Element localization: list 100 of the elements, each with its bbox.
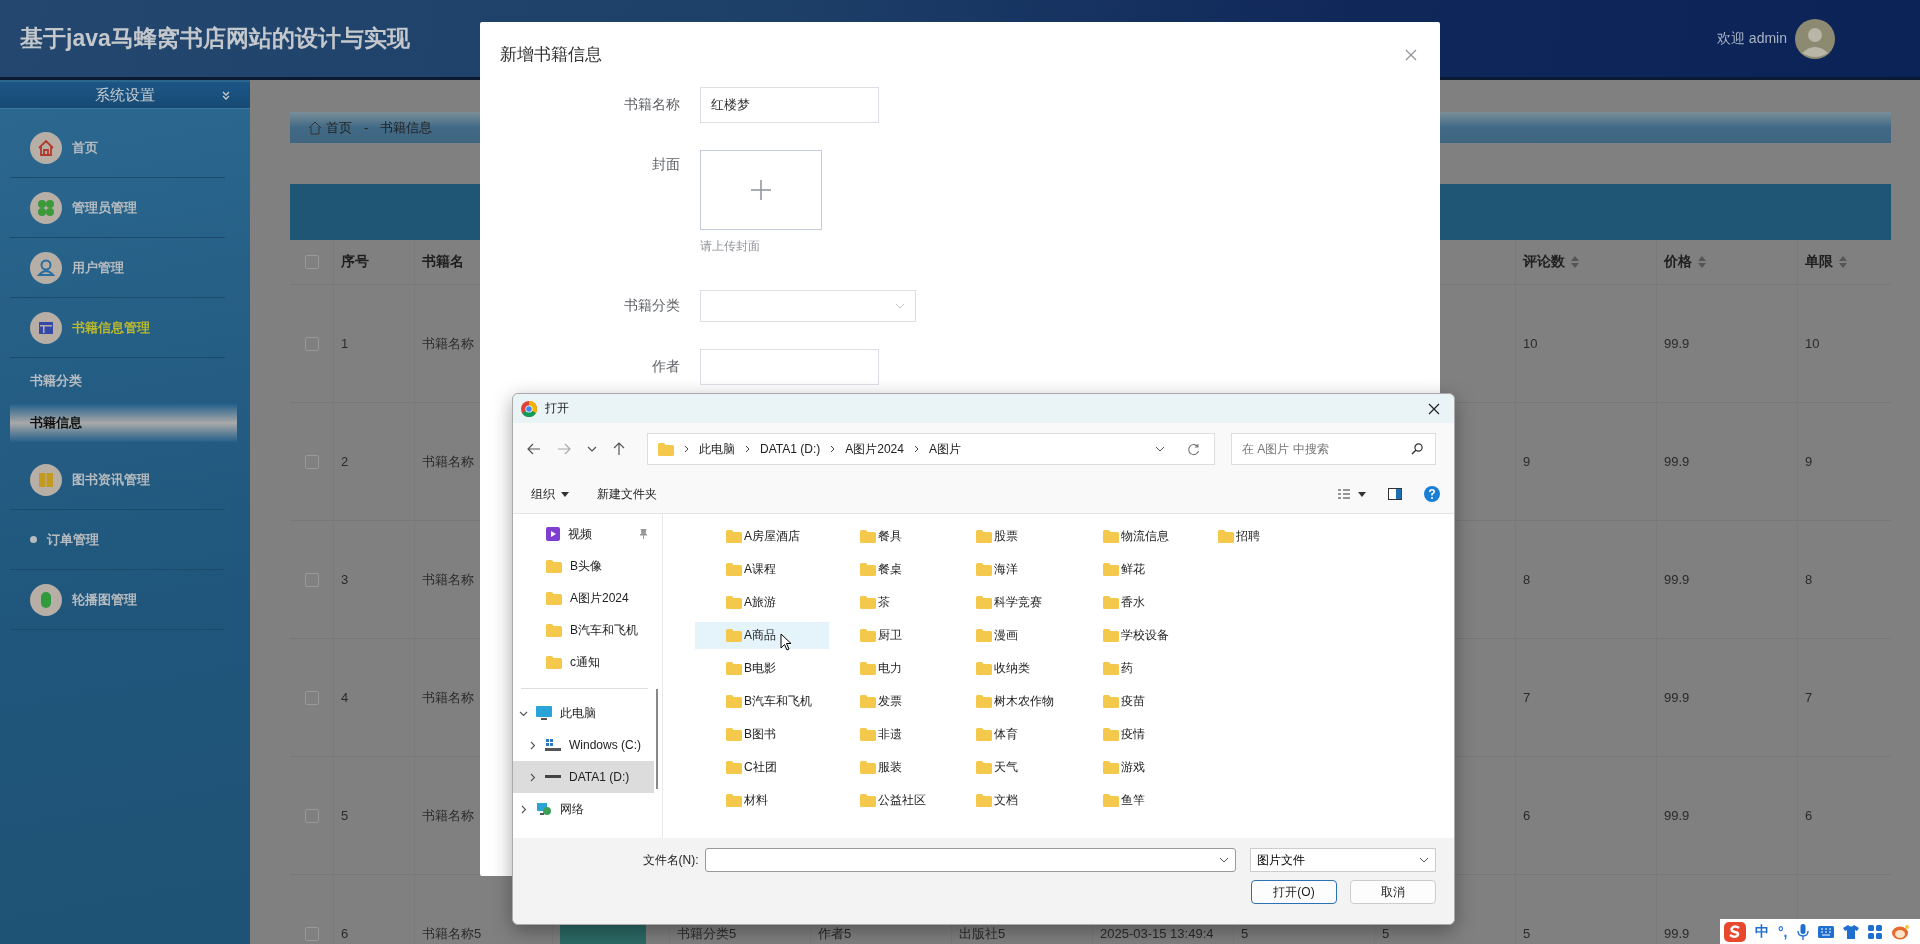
folder-item[interactable]: 茶 xyxy=(829,589,945,616)
organize-button[interactable]: 组织 xyxy=(525,483,575,505)
tree-item[interactable]: DATA1 (D:) xyxy=(513,761,654,793)
folder-item[interactable]: 公益社区 xyxy=(829,787,945,814)
folder-item[interactable]: 疫苗 xyxy=(1072,688,1187,715)
avatar-icon[interactable] xyxy=(1795,18,1835,59)
folder-item[interactable]: 服装 xyxy=(829,754,945,781)
folder-item[interactable]: 学校设备 xyxy=(1072,622,1187,649)
pin-icon[interactable] xyxy=(639,529,648,539)
row-checkbox[interactable] xyxy=(304,572,319,587)
folder-item[interactable]: 文档 xyxy=(945,787,1072,814)
search-field[interactable]: 在 A图片 中搜索 xyxy=(1231,433,1436,465)
keyboard-icon[interactable] xyxy=(1817,925,1834,938)
text-input[interactable]: 红楼梦 xyxy=(700,87,879,123)
up-arrow-icon[interactable] xyxy=(613,442,625,456)
folder-item[interactable]: 材料 xyxy=(695,787,829,814)
s-logo-icon[interactable] xyxy=(1724,921,1746,942)
row-checkbox[interactable] xyxy=(304,926,319,941)
path-segment[interactable]: A图片 xyxy=(928,440,961,458)
shirt-icon[interactable] xyxy=(1842,924,1859,939)
microphone-icon[interactable] xyxy=(1796,923,1809,940)
sidebar-header[interactable]: 系统设置 xyxy=(0,82,250,109)
file-type-dropdown[interactable]: 图片文件 xyxy=(1250,848,1436,872)
scrollbar[interactable] xyxy=(656,689,658,789)
folder-item[interactable]: 招聘 xyxy=(1187,523,1297,550)
sidebar-item[interactable]: 订单管理 xyxy=(10,510,225,570)
folder-item[interactable]: 非遗 xyxy=(829,721,945,748)
chevron-right-icon[interactable] xyxy=(528,740,537,750)
sidebar-item[interactable]: 图书资讯管理 xyxy=(10,450,225,510)
filename-field[interactable] xyxy=(704,848,1237,872)
folder-item[interactable]: 鲜花 xyxy=(1072,556,1187,583)
sidebar-subitem[interactable]: 书籍分类 xyxy=(10,358,237,404)
back-arrow-icon[interactable] xyxy=(527,443,541,455)
quick-access-item[interactable]: c通知 xyxy=(513,646,662,678)
chevron-right-icon[interactable] xyxy=(519,804,528,814)
forward-arrow-icon[interactable] xyxy=(557,443,571,455)
punctuation-indicator[interactable]: °, xyxy=(1778,923,1788,940)
close-icon[interactable] xyxy=(1428,402,1440,415)
double-chevron-icon[interactable] xyxy=(222,91,230,100)
folder-item[interactable]: 游戏 xyxy=(1072,754,1187,781)
caret-icon[interactable] xyxy=(1358,491,1366,497)
grid-icon[interactable] xyxy=(1867,924,1882,939)
new-folder-button[interactable]: 新建文件夹 xyxy=(591,483,663,505)
chevron-down-icon[interactable] xyxy=(1155,446,1165,452)
folder-item[interactable]: B图书 xyxy=(695,721,829,748)
folder-item[interactable]: 药 xyxy=(1072,655,1187,682)
cancel-button[interactable]: 取消 xyxy=(1350,880,1436,904)
folder-item[interactable]: 树木农作物 xyxy=(945,688,1072,715)
address-bar[interactable]: 此电脑 DATA1 (D:) A图片2024 A图片 xyxy=(647,433,1215,465)
view-list-icon[interactable] xyxy=(1338,489,1350,499)
folder-item[interactable]: 厨卫 xyxy=(829,622,945,649)
folder-item[interactable]: 餐具 xyxy=(829,523,945,550)
folder-item[interactable]: 股票 xyxy=(945,523,1072,550)
help-icon[interactable] xyxy=(1424,486,1440,502)
folder-item[interactable]: 科学竞赛 xyxy=(945,589,1072,616)
folder-item[interactable]: 疫情 xyxy=(1072,721,1187,748)
folder-item[interactable]: 海洋 xyxy=(945,556,1072,583)
open-button[interactable]: 打开(O) xyxy=(1251,880,1337,904)
path-segment[interactable]: DATA1 (D:) xyxy=(760,442,821,456)
select-all-checkbox[interactable] xyxy=(304,255,319,269)
quick-access-item[interactable]: 视频 xyxy=(513,518,662,550)
path-segment[interactable]: 此电脑 xyxy=(699,440,735,458)
quick-access-item[interactable]: B汽车和飞机 xyxy=(513,614,662,646)
folder-item[interactable]: 餐桌 xyxy=(829,556,945,583)
mascot-icon[interactable] xyxy=(1890,923,1909,940)
tree-item[interactable]: 网络 xyxy=(513,793,662,825)
folder-item[interactable]: 鱼竿 xyxy=(1072,787,1187,814)
folder-item[interactable]: C社团 xyxy=(695,754,829,781)
folder-item[interactable]: 收纳类 xyxy=(945,655,1072,682)
folder-item[interactable]: 电力 xyxy=(829,655,945,682)
folder-item[interactable]: 体育 xyxy=(945,721,1072,748)
tree-item[interactable]: Windows (C:) xyxy=(513,729,662,761)
row-checkbox[interactable] xyxy=(304,690,319,705)
row-checkbox[interactable] xyxy=(304,336,319,351)
folder-item[interactable]: 发票 xyxy=(829,688,945,715)
sidebar-subitem[interactable]: 书籍信息 xyxy=(10,404,237,442)
folder-item[interactable]: A商品 xyxy=(695,622,829,649)
refresh-icon[interactable] xyxy=(1187,442,1200,456)
chevron-down-icon[interactable] xyxy=(587,446,597,452)
quick-access-item[interactable]: A图片2024 xyxy=(513,582,662,614)
input-language-indicator[interactable]: 中 xyxy=(1755,922,1769,941)
quick-access-item[interactable]: B头像 xyxy=(513,550,662,582)
folder-item[interactable]: A课程 xyxy=(695,556,829,583)
text-input[interactable] xyxy=(700,349,879,385)
folder-item[interactable]: 天气 xyxy=(945,754,1072,781)
path-segment[interactable]: A图片2024 xyxy=(845,440,904,458)
sidebar-item[interactable]: 轮播图管理 xyxy=(10,570,225,630)
folder-item[interactable]: B电影 xyxy=(695,655,829,682)
select-field[interactable] xyxy=(700,290,916,322)
folder-item[interactable]: A房屋酒店 xyxy=(695,523,829,550)
chevron-right-icon[interactable] xyxy=(528,772,537,782)
folder-item[interactable]: 香水 xyxy=(1072,589,1187,616)
row-checkbox[interactable] xyxy=(304,808,319,823)
preview-pane-icon[interactable] xyxy=(1388,488,1402,500)
folder-item[interactable]: A旅游 xyxy=(695,589,829,616)
folder-item[interactable]: 漫画 xyxy=(945,622,1072,649)
folder-item[interactable]: B汽车和飞机 xyxy=(695,688,829,715)
tree-item[interactable]: 此电脑 xyxy=(513,697,662,729)
folder-item[interactable]: 物流信息 xyxy=(1072,523,1187,550)
row-checkbox[interactable] xyxy=(304,454,319,469)
